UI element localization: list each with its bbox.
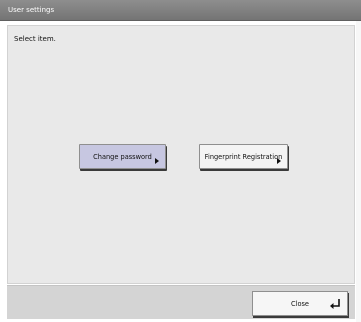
change-password-label: Change password bbox=[93, 152, 152, 161]
fingerprint-registration-label: Fingerprint Registration bbox=[204, 152, 283, 161]
window-title: User settings bbox=[8, 6, 55, 14]
change-password-button[interactable]: Change password bbox=[79, 144, 166, 169]
window-edge bbox=[356, 21, 361, 322]
triangle-right-icon bbox=[277, 158, 281, 164]
user-settings-window: User settings Select item. Change passwo… bbox=[0, 0, 361, 322]
close-button[interactable]: Close bbox=[252, 291, 348, 316]
fingerprint-registration-button[interactable]: Fingerprint Registration bbox=[199, 144, 288, 169]
enter-return-icon bbox=[330, 299, 340, 309]
content-panel bbox=[7, 25, 355, 284]
title-bar: User settings bbox=[0, 0, 361, 21]
close-label: Close bbox=[291, 299, 309, 308]
instruction-text: Select item. bbox=[14, 35, 56, 43]
triangle-right-icon bbox=[155, 158, 159, 164]
